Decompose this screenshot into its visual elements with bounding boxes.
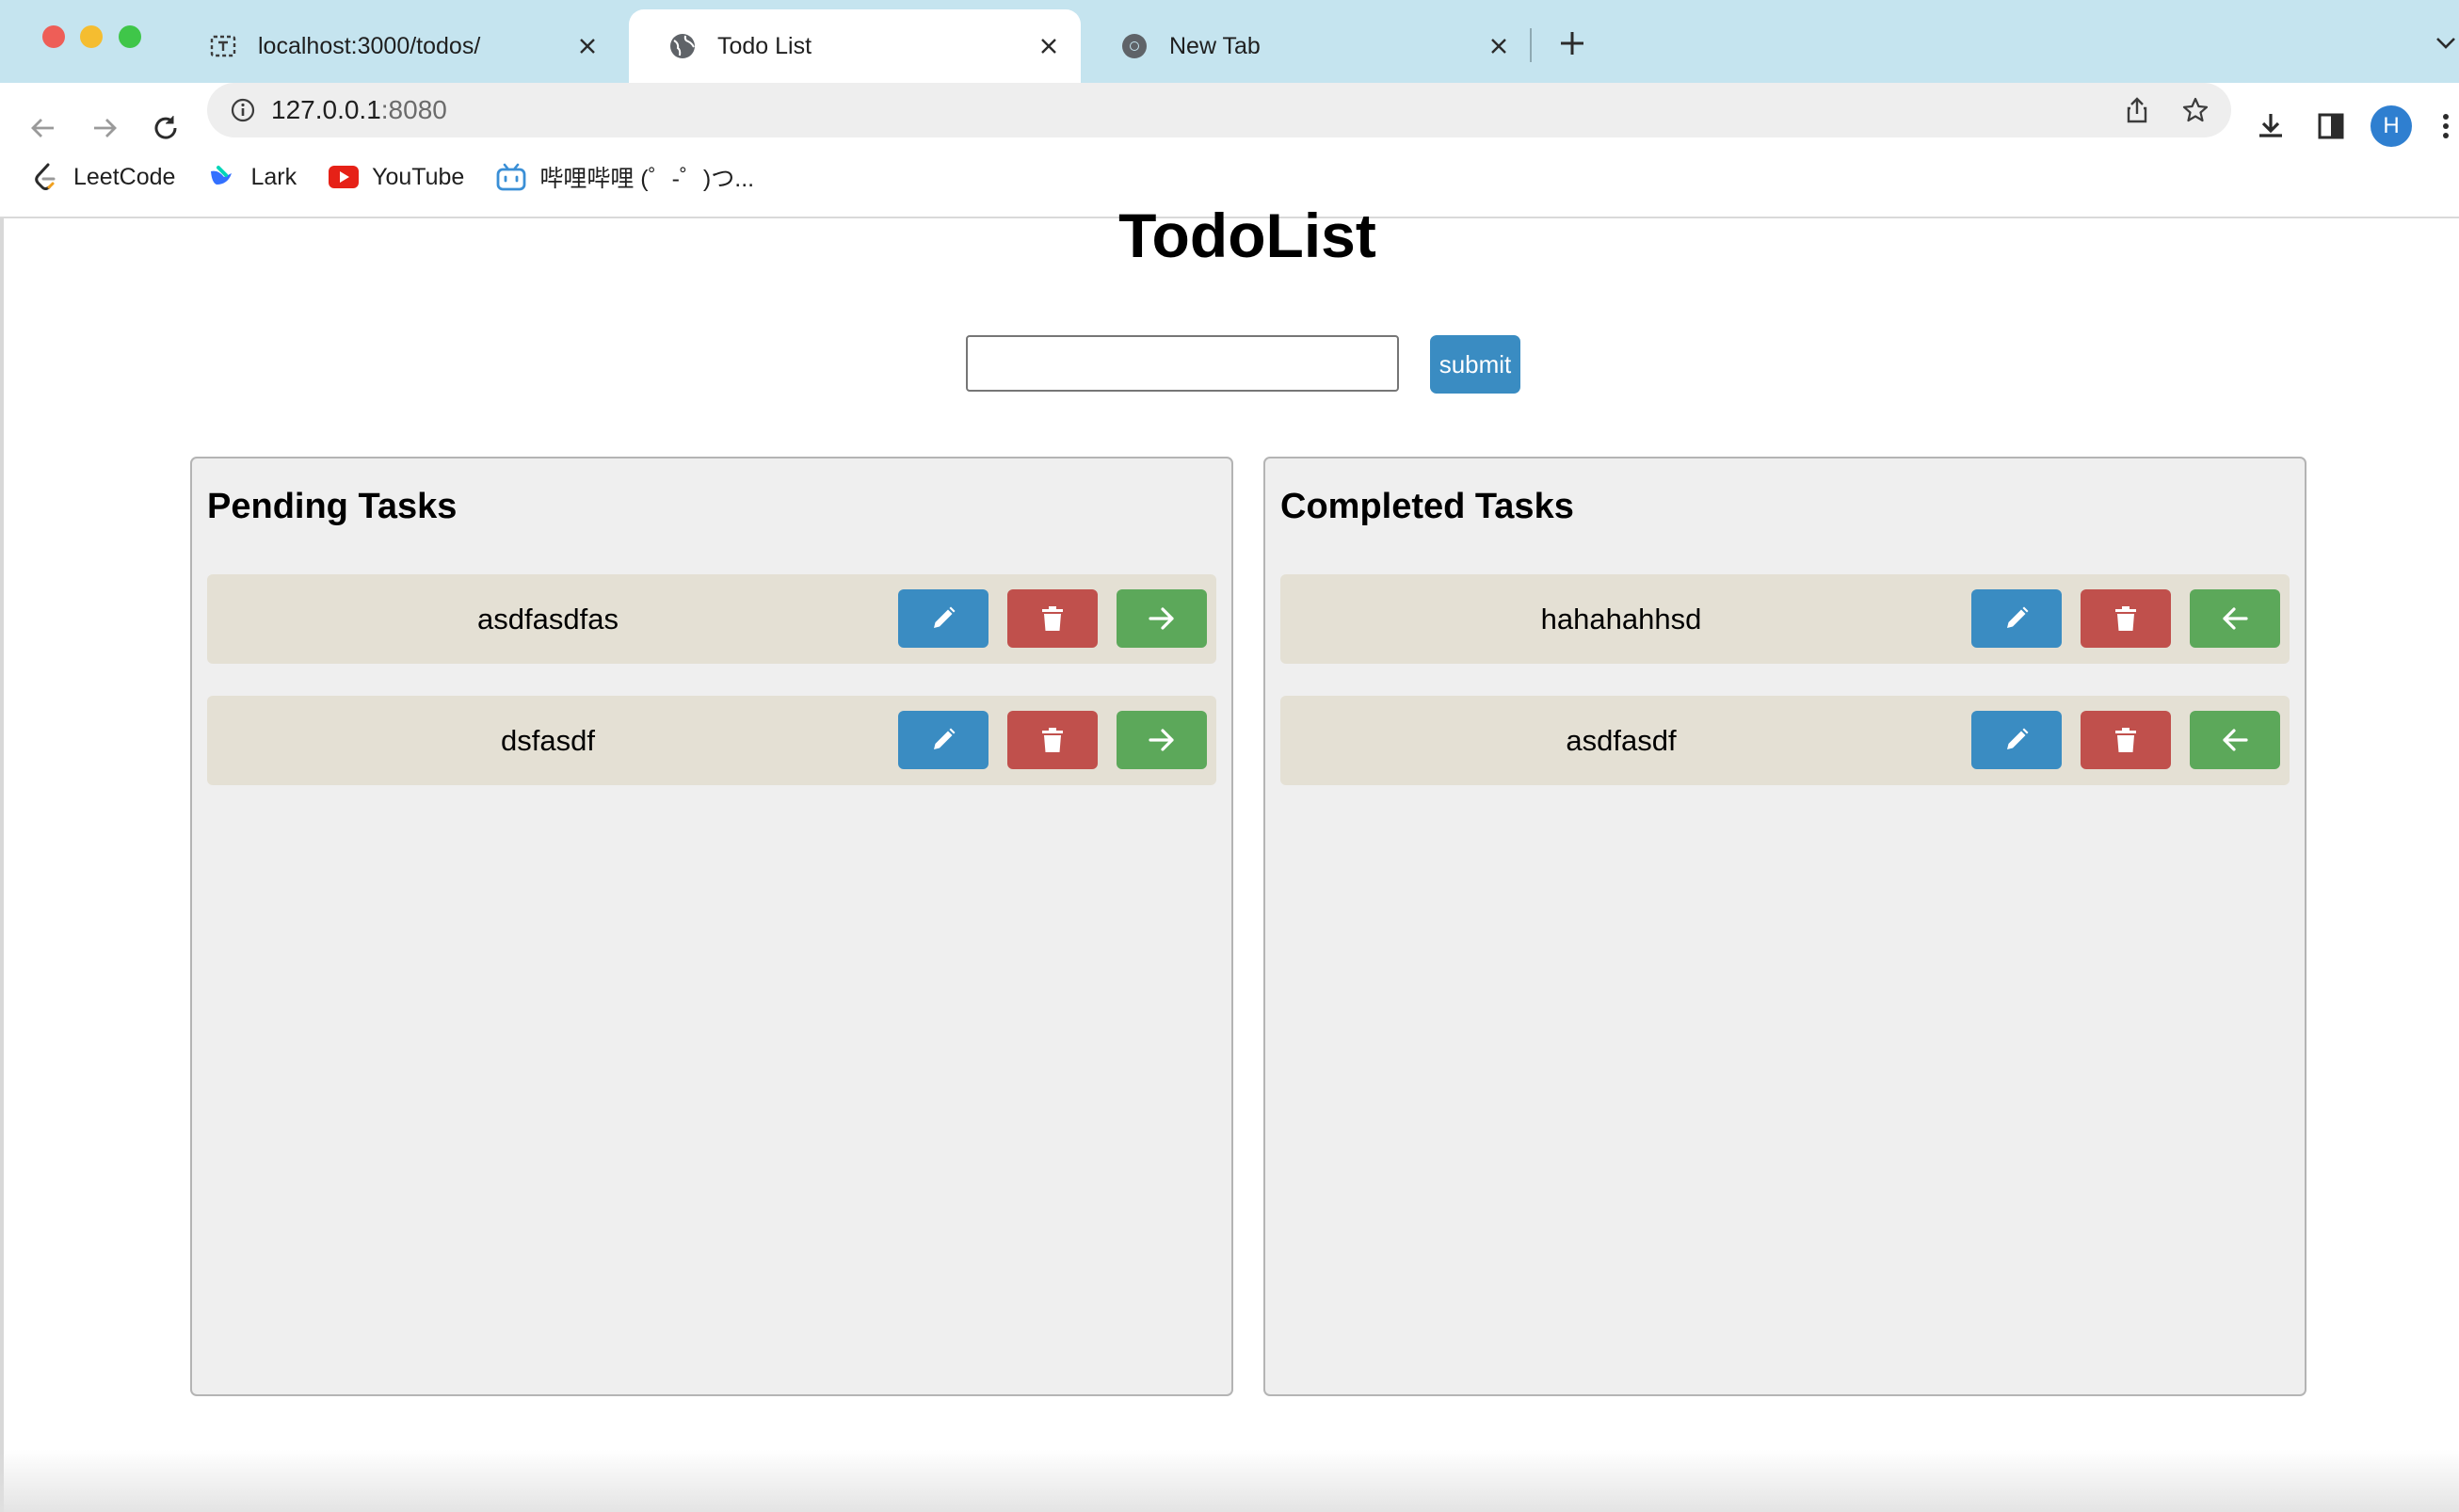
edit-button[interactable] (1971, 589, 2062, 648)
tab-localhost-todos[interactable]: localhost:3000/todos/ (169, 9, 619, 83)
kebab-menu-icon[interactable] (2433, 105, 2459, 147)
dev-server-icon (207, 30, 239, 62)
panel-title: Completed Tasks (1280, 487, 1574, 526)
trash-icon (2115, 606, 2136, 631)
close-icon[interactable] (569, 27, 606, 65)
side-panel-icon[interactable] (2310, 105, 2352, 147)
chrome-icon (1118, 30, 1150, 62)
task-text: hahahahhsd (1540, 602, 1702, 635)
tab-title: New Tab (1169, 32, 1261, 59)
url-host: 127.0.0.1 (271, 95, 381, 124)
maximize-window-button[interactable] (119, 25, 141, 48)
address-bar[interactable]: 127.0.0.1:8080 (207, 83, 2231, 137)
edit-button[interactable] (898, 589, 988, 648)
close-icon[interactable] (1030, 27, 1068, 65)
url-text: 127.0.0.1:8080 (271, 95, 447, 125)
panel-title: Pending Tasks (207, 487, 458, 526)
bookmark-star-icon[interactable] (2177, 91, 2214, 129)
tab-todo-list[interactable]: Todo List (629, 9, 1081, 83)
task-text: asdfasdf (1566, 723, 1677, 757)
delete-button[interactable] (1007, 589, 1098, 648)
back-button[interactable] (19, 104, 68, 153)
tab-separator (1530, 28, 1532, 62)
chevron-down-icon (2436, 38, 2455, 49)
task-item: asdfasdf (1280, 696, 2290, 785)
edit-button[interactable] (898, 711, 988, 769)
tab-title: localhost:3000/todos/ (258, 32, 481, 59)
task-item: asdfasdfas (207, 574, 1216, 664)
pending-tasks-panel: Pending Tasks asdfasdfas dsfasdf (190, 457, 1233, 1396)
complete-button[interactable] (1117, 589, 1207, 648)
bilibili-icon (496, 162, 526, 192)
pencil-icon (934, 606, 956, 628)
minimize-window-button[interactable] (80, 25, 103, 48)
undo-complete-button[interactable] (2190, 711, 2280, 769)
bookmark-label: Lark (250, 163, 297, 190)
page-title: TodoList (1118, 201, 1376, 270)
lark-icon (207, 162, 237, 192)
pencil-icon (2007, 606, 2029, 628)
trash-icon (1042, 728, 1063, 752)
plus-icon (1561, 32, 1583, 55)
edit-button[interactable] (1971, 711, 2062, 769)
close-icon[interactable] (1480, 27, 1518, 65)
bookmark-label: LeetCode (73, 163, 176, 190)
arrow-right-icon (1149, 729, 1174, 751)
download-icon[interactable] (2250, 105, 2291, 147)
viewport-edge (0, 218, 4, 1512)
browser-toolbar: 127.0.0.1:8080 H LeetCode Lark YouTube 哔… (0, 83, 2459, 218)
tab-new-tab[interactable]: New Tab (1081, 9, 1531, 83)
delete-button[interactable] (2081, 589, 2171, 648)
bookmark-label: 哔哩哔哩 (゜-゜)つ... (539, 166, 755, 192)
complete-button[interactable] (1117, 711, 1207, 769)
arrow-right-icon (1149, 607, 1174, 630)
todo-input[interactable] (966, 335, 1399, 392)
pencil-icon (934, 728, 956, 749)
window-shadow (0, 1450, 2459, 1512)
globe-icon (667, 30, 699, 62)
share-icon[interactable] (2118, 91, 2156, 129)
leetcode-icon (30, 162, 60, 192)
arrow-left-icon (2223, 607, 2248, 630)
bookmark-leetcode[interactable]: LeetCode (30, 162, 175, 192)
task-item: dsfasdf (207, 696, 1216, 785)
trash-icon (2115, 728, 2136, 752)
arrow-left-icon (2223, 729, 2248, 751)
back-arrow-icon (31, 119, 54, 137)
new-tab-button[interactable] (1551, 23, 1593, 64)
bookmark-label: YouTube (372, 163, 465, 190)
tab-strip: localhost:3000/todos/ Todo List New Tab (0, 0, 2459, 83)
bookmarks-bar: LeetCode Lark YouTube 哔哩哔哩 (゜-゜)つ... (0, 149, 754, 205)
forward-button[interactable] (80, 104, 129, 153)
bookmark-youtube[interactable]: YouTube (329, 162, 464, 192)
task-item: hahahahhsd (1280, 574, 2290, 664)
delete-button[interactable] (2081, 711, 2171, 769)
submit-button[interactable]: submit (1430, 335, 1520, 394)
delete-button[interactable] (1007, 711, 1098, 769)
forward-arrow-icon (94, 119, 117, 137)
completed-tasks-panel: Completed Tasks hahahahhsd asdfasdf (1263, 457, 2306, 1396)
bookmark-bilibili[interactable]: 哔哩哔哩 (゜-゜)つ... (496, 160, 754, 194)
tab-search-button[interactable] (2433, 24, 2459, 62)
task-text: dsfasdf (501, 723, 595, 757)
reload-icon (154, 116, 177, 139)
bookmark-lark[interactable]: Lark (207, 162, 297, 192)
task-text: asdfasdfas (477, 602, 619, 635)
trash-icon (1042, 606, 1063, 631)
profile-avatar[interactable]: H (2371, 105, 2412, 147)
pencil-icon (2007, 728, 2029, 749)
reload-button[interactable] (141, 104, 190, 153)
undo-complete-button[interactable] (2190, 589, 2280, 648)
youtube-icon (329, 162, 360, 192)
url-port: :8080 (380, 95, 447, 124)
tab-title: Todo List (717, 32, 812, 59)
close-window-button[interactable] (42, 25, 65, 48)
site-info-icon[interactable] (224, 91, 262, 129)
